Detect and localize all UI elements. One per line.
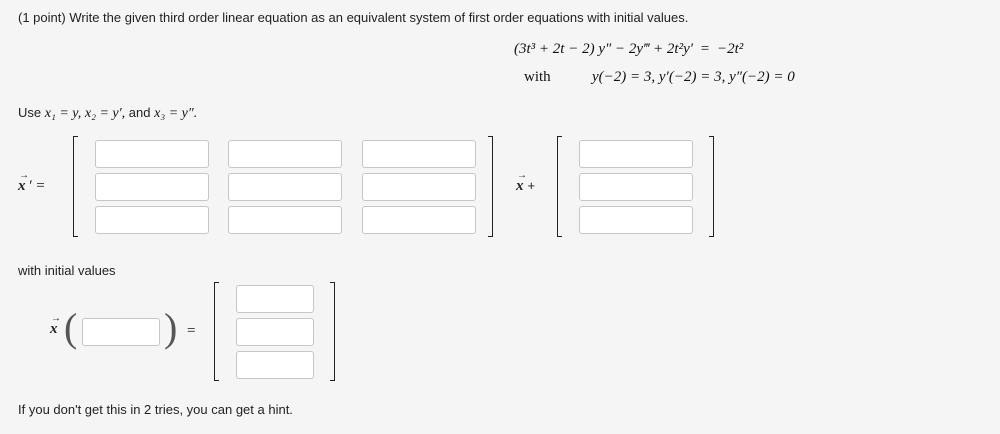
substitution-line: Use x₁ = y, x₂ = y′, and x₃ = y″.	[18, 105, 197, 122]
initial-equals: =	[187, 323, 196, 339]
initial-conditions: y(−2) = 3, y′(−2) = 3, y″(−2) = 0	[592, 69, 795, 85]
problem-prompt: Write the given third order linear equat…	[69, 10, 689, 25]
equation-rhs: −2t²	[717, 41, 744, 57]
matrix-input-r2c1[interactable]	[95, 173, 209, 201]
initial-value-input-r3[interactable]	[236, 351, 314, 379]
right-paren: )	[164, 305, 178, 350]
system-lhs: → x ′ =	[18, 170, 45, 194]
forcing-input-r2[interactable]	[579, 173, 693, 201]
hint-text: If you don't get this in 2 tries, you ca…	[18, 402, 293, 417]
matrix-input-r3c3[interactable]	[362, 206, 476, 234]
initial-value-input-r1[interactable]	[236, 285, 314, 313]
points-label: (1 point)	[18, 10, 66, 25]
matrix-input-r2c2[interactable]	[228, 173, 342, 201]
vector-x-symbol-2: → x	[516, 170, 527, 194]
matrix-left-bracket	[73, 136, 78, 237]
initial-left-bracket	[214, 282, 219, 381]
vector-arrow-icon: →	[51, 313, 61, 324]
equation-lhs: (3t³ + 2t − 2) y″ − 2y‴ + 2t²y′	[514, 41, 694, 57]
forcing-input-r1[interactable]	[579, 140, 693, 168]
initial-time-input[interactable]	[82, 318, 160, 346]
forcing-left-bracket	[557, 136, 562, 237]
x1-definition: x₁ = y,	[44, 106, 82, 121]
initial-values-label: with initial values	[18, 263, 116, 278]
x3-definition: x₃ = y″.	[154, 106, 198, 121]
equation-equals: =	[700, 41, 710, 57]
vector-arrow-icon: →	[19, 170, 29, 181]
forcing-input-r3[interactable]	[579, 206, 693, 234]
times-x-plus: → x +	[516, 170, 536, 194]
vector-x-symbol: → x	[18, 170, 29, 194]
initial-value-input-r2[interactable]	[236, 318, 314, 346]
matrix-input-r1c1[interactable]	[95, 140, 209, 168]
forcing-right-bracket	[709, 136, 714, 237]
left-paren: (	[64, 305, 78, 350]
use-label: Use	[18, 105, 42, 120]
x2-definition: x₂ = y′,	[84, 106, 126, 121]
initial-right-bracket	[330, 282, 335, 381]
problem-statement: (1 point) Write the given third order li…	[18, 10, 688, 25]
matrix-right-bracket	[488, 136, 493, 237]
vector-arrow-icon: →	[517, 170, 527, 181]
differential-equation: (3t³ + 2t − 2) y″ − 2y‴ + 2t²y′ = −2t²	[514, 41, 743, 58]
initial-vector-symbol: → x	[50, 313, 61, 337]
and-label: and	[128, 105, 151, 120]
matrix-input-r2c3[interactable]	[362, 173, 476, 201]
with-label: with	[524, 69, 551, 85]
matrix-input-r3c2[interactable]	[228, 206, 342, 234]
matrix-input-r3c1[interactable]	[95, 206, 209, 234]
matrix-input-r1c2[interactable]	[228, 140, 342, 168]
matrix-input-r1c3[interactable]	[362, 140, 476, 168]
